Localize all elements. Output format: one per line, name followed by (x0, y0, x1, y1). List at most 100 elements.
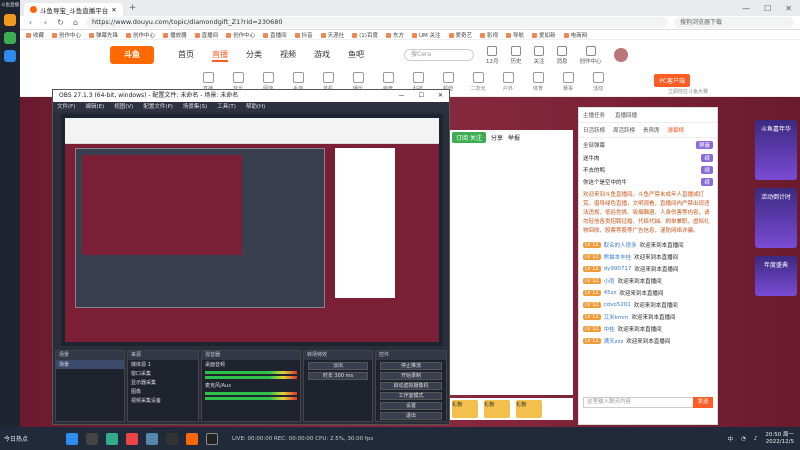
minimize-icon[interactable]: — (399, 90, 405, 102)
search-icon[interactable] (86, 432, 98, 445)
category-item[interactable]: 赛事 (558, 72, 578, 92)
bookmark[interactable]: 创作中心 (226, 31, 255, 39)
new-tab-icon[interactable]: + (129, 3, 137, 13)
duration-field[interactable]: 时长 300 ms (308, 372, 368, 380)
tab-weekly-rank[interactable]: 周活跃榜 (613, 126, 635, 134)
transition-select[interactable]: 淡出 (308, 362, 368, 370)
studio-mode-button[interactable]: 工作室模式 (380, 392, 442, 400)
chat-nick[interactable]: 45zz (604, 290, 617, 296)
nav-live[interactable]: 直播 (212, 49, 228, 62)
close-icon[interactable]: ✕ (785, 4, 792, 13)
source-item[interactable]: 窗口采集 (128, 369, 198, 378)
url-field[interactable]: https://www.douyu.com/topic/diamondgift_… (86, 17, 668, 28)
report-button[interactable]: 举报 (508, 133, 520, 142)
chat-nick[interactable]: cdvo5201 (604, 302, 631, 308)
stop-stream-button[interactable]: 停止推流 (380, 362, 442, 370)
bookmark[interactable]: 弹幕先锋 (89, 31, 118, 39)
site-search-input[interactable]: 搜Cera (404, 49, 474, 61)
app-icon[interactable] (146, 432, 158, 445)
nav-game[interactable]: 游戏 (314, 49, 330, 62)
maximize-icon[interactable]: ☐ (764, 4, 771, 13)
start-recording-button[interactable]: 开始录制 (380, 372, 442, 380)
volume-icon[interactable]: ♪ (754, 436, 758, 442)
volume-slider[interactable] (205, 376, 297, 379)
tab-daily-rank[interactable]: 日活跃榜 (583, 126, 605, 134)
anchor-task-link[interactable]: 主播任务 (583, 111, 605, 119)
bookmark[interactable]: 收藏 (26, 31, 44, 39)
menu-file[interactable]: 文件(F) (57, 102, 75, 112)
follow-icon[interactable]: 关注 (534, 46, 545, 65)
chat-nick[interactable]: 满天zzz (604, 337, 624, 345)
message-icon[interactable]: 消息 (557, 46, 568, 65)
bookmark[interactable]: 播放器 (163, 31, 187, 39)
rank-tag[interactable]: 续 (701, 178, 713, 186)
history-icon[interactable]: 历史 (511, 46, 522, 65)
app-icon[interactable] (4, 32, 16, 44)
news-widget[interactable]: 今日热点 (0, 434, 60, 443)
block-button[interactable]: 屏蔽 (695, 141, 713, 149)
source-item[interactable]: 媒体源 1 (128, 360, 198, 369)
chat-nick[interactable]: dy990717 (604, 266, 632, 272)
menu-edit[interactable]: 编辑(E) (85, 102, 104, 112)
bookmark[interactable]: 直播间 (263, 31, 287, 39)
volume-slider[interactable] (205, 397, 297, 400)
minimize-icon[interactable]: — (742, 4, 750, 13)
chat-nick[interactable]: 熊猫本丰桂 (604, 253, 632, 261)
nav-yuba[interactable]: 鱼吧 (348, 49, 364, 62)
avatar[interactable] (613, 48, 628, 62)
bookmark[interactable]: UM 关注 (412, 31, 441, 39)
promo-card[interactable]: 年度盛典 (755, 256, 797, 296)
app-icon[interactable] (166, 432, 178, 445)
bookmark[interactable]: 创作中心 (126, 31, 155, 39)
app-icon[interactable] (126, 432, 138, 445)
clock[interactable]: 20:50 周一 2022/12/5 (765, 432, 794, 446)
forward-icon[interactable]: › (41, 18, 50, 27)
category-item[interactable]: 体育 (528, 72, 548, 92)
bookmark[interactable]: 抖音 (295, 31, 313, 39)
bookmark[interactable]: 影视 (480, 31, 498, 39)
tab-vip[interactable]: 贵宾席 (643, 126, 660, 134)
bookmark[interactable]: 直播间 (195, 31, 219, 39)
chat-nick[interactable]: 中桂 (604, 325, 615, 333)
bookmark[interactable]: 爱奇艺 (449, 31, 473, 39)
virtual-camera-button[interactable]: 启动虚拟摄像机 (380, 382, 442, 390)
home-icon[interactable]: ⌂ (71, 18, 80, 27)
wifi-icon[interactable]: ◔ (741, 436, 746, 442)
bookmark[interactable]: 电商网 (564, 31, 588, 39)
menu-tools[interactable]: 工具(T) (217, 102, 236, 112)
bookmark[interactable]: 东方 (386, 31, 404, 39)
chat-nick[interactable]: 小雨 (604, 277, 615, 285)
nav-home[interactable]: 首页 (178, 49, 194, 62)
douyu-icon[interactable] (186, 432, 198, 445)
bookmark[interactable]: (1)百度 (352, 31, 378, 39)
obs-icon[interactable] (206, 432, 218, 445)
windows-start-icon[interactable] (66, 432, 78, 445)
bookmark[interactable]: 导航 (506, 31, 524, 39)
category-item[interactable]: 活动 (588, 72, 608, 92)
browser-tab[interactable]: 斗鱼导宝_斗鱼直播平台 ✕ (24, 3, 123, 16)
menu-view[interactable]: 视图(V) (114, 102, 133, 112)
bookmark[interactable]: 创作中心 (52, 31, 81, 39)
filter-label[interactable]: 全部弹幕 (583, 141, 605, 149)
bookmark[interactable]: 天涯社 (321, 31, 345, 39)
app-icon[interactable] (4, 14, 16, 26)
site-logo[interactable]: 斗鱼 (110, 46, 154, 64)
pc-client-button[interactable]: PC客户端 (654, 74, 690, 87)
share-button[interactable]: 分享 (491, 133, 503, 142)
back-icon[interactable]: ‹ (26, 18, 35, 27)
follow-button[interactable]: 订阅 关注 (452, 132, 486, 143)
source-item[interactable]: 视频采集设备 (128, 396, 198, 405)
calendar-icon[interactable]: 12月 (486, 46, 499, 65)
bookmark[interactable]: 爱如新 (532, 31, 556, 39)
source-item[interactable]: 显示器采集 (128, 378, 198, 387)
scene-item[interactable]: 场景 (56, 360, 124, 369)
menu-profile[interactable]: 配置文件(P) (143, 102, 173, 112)
category-item[interactable]: 户外 (498, 72, 518, 92)
replay-link[interactable]: 直播回播 (615, 111, 637, 119)
menu-scene-collection[interactable]: 场景集(S) (183, 102, 207, 112)
obs-preview[interactable] (61, 114, 443, 346)
side-notice[interactable]: 立即前往斗鱼大赛 (668, 88, 708, 95)
gift-item[interactable]: 礼物 (452, 400, 478, 418)
app-icon[interactable] (4, 50, 16, 62)
browser-search-input[interactable]: 搜狗浏览器下载 (674, 17, 794, 28)
